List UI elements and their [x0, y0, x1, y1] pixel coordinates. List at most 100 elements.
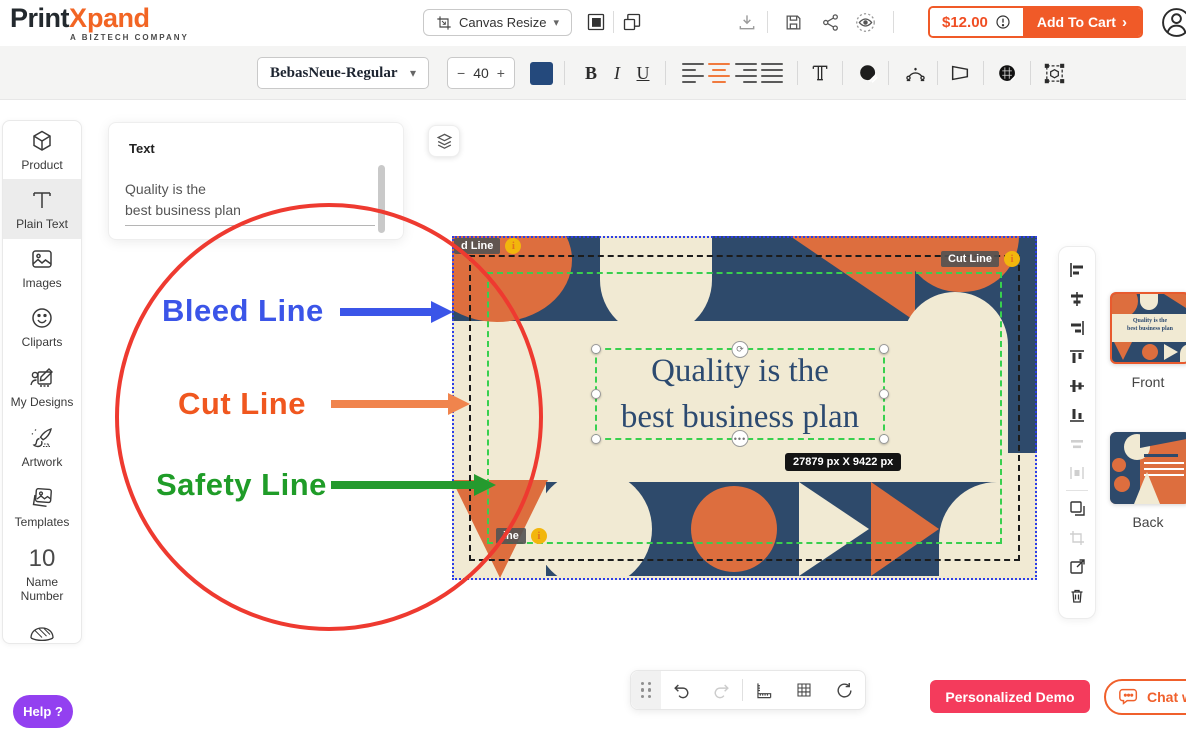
resize-handle-nw[interactable]	[591, 344, 601, 354]
align-object-left-button[interactable]	[1062, 255, 1092, 284]
panel-scrollbar[interactable]	[378, 165, 385, 233]
sidebar-item-label: Name Number	[13, 575, 71, 603]
add-to-cart-button[interactable]: Add To Cart ›	[1023, 8, 1141, 36]
download-icon[interactable]	[736, 11, 758, 33]
copy-layers-icon[interactable]	[621, 11, 643, 33]
canvas-resize-dropdown[interactable]: Canvas Resize ▾	[423, 9, 572, 36]
crop-button[interactable]	[1062, 523, 1092, 552]
options-handle[interactable]: •••	[732, 430, 749, 447]
design-text[interactable]: Quality is the best business plan	[621, 348, 859, 440]
duplicate-canvas-icon[interactable]	[585, 11, 607, 33]
info-icon[interactable]: i	[505, 238, 521, 254]
personalized-demo-button[interactable]: Personalized Demo	[930, 680, 1090, 713]
chat-bubble-icon	[1118, 686, 1140, 708]
sidebar-item-product[interactable]: Product	[3, 121, 81, 179]
text-input-line1: Quality is the	[125, 179, 375, 200]
sidebar-item-plain-text[interactable]: Plain Text	[3, 179, 81, 239]
cap-icon	[27, 622, 57, 644]
align-object-center-h-button[interactable]	[1062, 284, 1092, 313]
align-center-button[interactable]	[708, 63, 730, 87]
text-outline-icon[interactable]	[808, 60, 832, 86]
chat-button-label: Chat w	[1147, 689, 1186, 705]
resize-handle-e[interactable]	[879, 389, 889, 399]
price-info-icon[interactable]	[995, 14, 1011, 30]
sidebar-item-my-designs[interactable]: My Designs	[3, 357, 81, 417]
artwork-brush-icon	[29, 426, 55, 450]
canvas-resize-icon	[436, 15, 452, 31]
cut-line-arrow	[331, 400, 449, 408]
brand-logo[interactable]: PrintXpand A BIZTECH COMPANY	[10, 5, 189, 42]
toolbar-divider	[983, 61, 984, 85]
design-tile-3	[869, 482, 1037, 576]
ruler-button[interactable]	[743, 671, 784, 709]
share-icon[interactable]	[819, 11, 841, 33]
selection-frame-icon[interactable]	[1042, 60, 1066, 86]
resize-handle-w[interactable]	[591, 389, 601, 399]
toolbar-divider	[564, 61, 565, 85]
sidebar-item-templates[interactable]: Templates	[3, 477, 81, 537]
redo-button[interactable]	[702, 671, 743, 709]
sidebar-item-label: Images	[22, 276, 61, 290]
resize-handle-ne[interactable]	[879, 344, 889, 354]
font-size-increase-button[interactable]: +	[497, 65, 505, 81]
rotate-handle[interactable]: ⟳	[732, 341, 749, 358]
sidebar-item-images[interactable]: Images	[3, 239, 81, 297]
logo-tagline: A BIZTECH COMPANY	[70, 34, 189, 42]
sidebar-item-more[interactable]	[3, 613, 81, 644]
font-family-dropdown[interactable]: BebasNeue-Regular ▾	[257, 57, 429, 89]
delete-object-button[interactable]	[1062, 581, 1092, 610]
help-button[interactable]: Help ?	[13, 695, 73, 728]
text-input[interactable]: Quality is the best business plan	[125, 179, 375, 226]
sidebar-item-cliparts[interactable]: Cliparts	[3, 297, 81, 357]
front-page-thumbnail[interactable]: Quality is thebest business plan	[1110, 292, 1186, 364]
rotate-canvas-button[interactable]	[824, 671, 865, 709]
distribute-vertical-button[interactable]	[1062, 458, 1092, 487]
object-align-toolbar	[1058, 246, 1096, 619]
underline-button[interactable]: U	[630, 59, 656, 87]
duplicate-object-button[interactable]	[1062, 494, 1092, 523]
design-shape-cream-rounded	[939, 482, 1037, 576]
font-size-value[interactable]: 40	[473, 65, 489, 81]
layers-button[interactable]	[428, 125, 460, 157]
safety-line-arrow	[331, 481, 475, 489]
align-left-button[interactable]	[682, 63, 704, 87]
pattern-fill-icon[interactable]	[995, 60, 1019, 86]
align-object-bottom-button[interactable]	[1062, 400, 1092, 429]
selected-text-object[interactable]: Quality is the best business plan ⟳ •••	[595, 348, 885, 440]
back-page-thumbnail[interactable]	[1110, 432, 1186, 504]
save-icon[interactable]	[782, 11, 804, 33]
resize-handle-se[interactable]	[879, 434, 889, 444]
resize-handle-sw[interactable]	[591, 434, 601, 444]
skew-shape-icon[interactable]	[948, 60, 972, 86]
info-icon[interactable]: i	[531, 528, 547, 544]
distribute-horizontal-button[interactable]	[1062, 429, 1092, 458]
design-canvas[interactable]: d Line i Cut Line i ine i Quality is the…	[452, 236, 1037, 580]
info-icon[interactable]: i	[1004, 251, 1020, 267]
undo-button[interactable]	[661, 671, 702, 709]
product-cube-icon	[30, 129, 54, 153]
toolbar-drag-handle[interactable]	[631, 671, 661, 709]
sidebar-item-artwork[interactable]: Artwork	[3, 417, 81, 477]
italic-button[interactable]: I	[604, 59, 630, 87]
text-shadow-icon[interactable]	[856, 60, 880, 86]
font-size-decrease-button[interactable]: −	[457, 65, 465, 81]
account-avatar[interactable]	[1161, 7, 1186, 38]
text-color-swatch[interactable]	[530, 62, 553, 85]
align-object-center-v-button[interactable]	[1062, 371, 1092, 400]
text-input-line2: best business plan	[125, 200, 375, 221]
align-right-button[interactable]	[735, 63, 757, 87]
design-tile-2	[677, 482, 869, 576]
price-value: $12.00	[942, 14, 988, 31]
bold-button[interactable]: B	[578, 59, 604, 87]
preview-eye-icon[interactable]	[854, 11, 876, 33]
curve-text-icon[interactable]	[903, 60, 927, 86]
grid-button[interactable]	[784, 671, 825, 709]
safety-chip-label: ine	[496, 528, 526, 544]
align-object-right-button[interactable]	[1062, 313, 1092, 342]
chat-button[interactable]: Chat w	[1104, 679, 1186, 715]
align-justify-button[interactable]	[761, 63, 783, 87]
tools-sidebar: Product Plain Text Images Cliparts My De…	[2, 120, 82, 644]
sidebar-item-name-number[interactable]: 10 Name Number	[3, 537, 81, 613]
align-object-top-button[interactable]	[1062, 342, 1092, 371]
resize-object-button[interactable]	[1062, 552, 1092, 581]
